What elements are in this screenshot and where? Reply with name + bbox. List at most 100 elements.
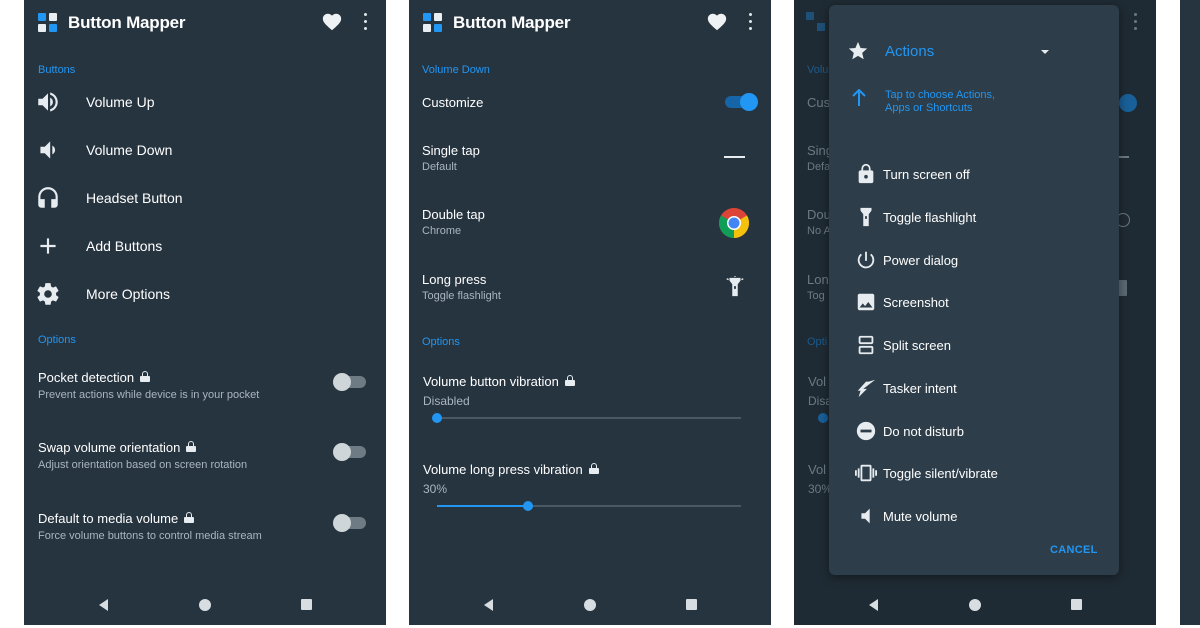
cancel-button[interactable]: CANCEL — [1050, 544, 1098, 556]
overflow-menu-icon[interactable] — [747, 13, 753, 31]
volume-up-icon — [38, 92, 58, 112]
nav-back-icon[interactable] — [869, 599, 878, 611]
action-turn-screen-off[interactable]: Turn screen off — [829, 160, 1119, 190]
nav-back-icon[interactable] — [484, 599, 493, 611]
pref-volume-button-vibration[interactable]: Volume button vibration Disabled — [409, 368, 771, 428]
nav-home-icon[interactable] — [584, 599, 596, 611]
vibrate-icon — [855, 464, 877, 482]
bg-long-press: Lon — [807, 272, 829, 287]
lock-icon — [858, 163, 874, 184]
chrome-icon — [718, 208, 750, 238]
customize-switch[interactable] — [725, 93, 758, 111]
action-toggle-flashlight[interactable]: Toggle flashlight — [829, 203, 1119, 233]
split-screen-icon — [858, 335, 874, 355]
list-item-more-options[interactable]: More Options — [24, 278, 386, 312]
action-label: Toggle flashlight — [883, 210, 977, 225]
phone-screen-main: Button Mapper Buttons Volume Up Volume D… — [24, 0, 386, 625]
action-label: Split screen — [883, 338, 951, 353]
action-tasker-intent[interactable]: Tasker intent — [829, 374, 1119, 404]
action-do-not-disturb[interactable]: Do not disturb — [829, 417, 1119, 447]
action-toggle-silent-vibrate[interactable]: Toggle silent/vibrate — [829, 459, 1119, 489]
action-mute-volume[interactable]: Mute volume — [829, 502, 1119, 532]
section-header-volume-down: Volume Down — [422, 64, 490, 76]
mute-icon — [861, 508, 870, 524]
action-label: Mute volume — [883, 509, 958, 524]
list-item-headset-button[interactable]: Headset Button — [24, 182, 386, 216]
dash-icon — [724, 156, 745, 158]
action-single-tap[interactable]: Single tap Default — [409, 140, 771, 180]
vibration-slider[interactable] — [432, 413, 741, 423]
flashlight-icon — [860, 207, 872, 227]
lock-icon — [564, 375, 575, 386]
pref-title: Volume long press vibration — [423, 462, 583, 477]
slider-fill — [437, 505, 529, 507]
nav-recents-icon[interactable] — [686, 599, 697, 610]
slider-thumb[interactable] — [523, 501, 534, 511]
pref-pocket-detection[interactable]: Pocket detection Prevent actions while d… — [24, 364, 386, 410]
star-icon — [848, 41, 868, 60]
bg-default: Defa — [807, 161, 831, 173]
list-item-volume-down[interactable]: Volume Down — [24, 134, 386, 168]
bg-dash — [1119, 156, 1129, 158]
action-split-screen[interactable]: Split screen — [829, 331, 1119, 361]
bg-slider-thumb — [818, 413, 828, 423]
action-power-dialog[interactable]: Power dialog — [829, 246, 1119, 276]
headset-icon — [38, 187, 58, 208]
pref-title: Swap volume orientation — [38, 440, 181, 455]
heart-icon[interactable] — [706, 11, 728, 33]
overflow-menu-icon[interactable] — [362, 13, 368, 31]
pref-subtitle: 30% — [423, 482, 448, 496]
slider-thumb[interactable] — [432, 413, 442, 423]
pref-title: Customize — [422, 95, 484, 110]
action-double-tap[interactable]: Double tap Chrome — [409, 204, 771, 244]
list-item-add-buttons[interactable]: Add Buttons — [24, 230, 386, 264]
nav-back-icon[interactable] — [99, 599, 108, 611]
pref-long-press-vibration[interactable]: Volume long press vibration 30% — [409, 456, 771, 516]
pocket-detection-switch[interactable] — [333, 373, 366, 391]
list-item-label: Volume Down — [86, 142, 173, 158]
do-not-disturb-icon — [856, 421, 876, 441]
pref-title: Double tap — [422, 207, 485, 222]
bg-options: Opti — [807, 336, 828, 348]
action-label: Power dialog — [883, 253, 959, 268]
default-media-volume-switch[interactable] — [333, 514, 366, 532]
tasker-icon — [857, 379, 876, 398]
pref-title: Default to media volume — [38, 511, 179, 526]
volume-down-icon — [40, 141, 56, 159]
dropdown-caret-icon[interactable] — [1041, 50, 1049, 54]
pref-customize[interactable]: Customize — [409, 88, 771, 118]
dialog-title: Actions — [885, 43, 935, 60]
list-item-volume-up[interactable]: Volume Up — [24, 86, 386, 120]
bg-double-tap: Dou — [807, 207, 831, 222]
action-label: Screenshot — [883, 295, 949, 310]
nav-home-icon[interactable] — [199, 599, 211, 611]
heart-icon[interactable] — [321, 11, 343, 33]
app-title: Button Mapper — [68, 13, 186, 32]
bg-toggle: Tog — [807, 290, 825, 302]
gear-icon — [37, 283, 59, 305]
bg-switch — [1119, 94, 1137, 112]
pref-default-media-volume[interactable]: Default to media volume Force volume but… — [24, 505, 386, 551]
pref-subtitle: Adjust orientation based on screen rotat… — [38, 459, 248, 471]
pref-subtitle: Toggle flashlight — [422, 290, 501, 302]
app-logo-icon — [806, 12, 825, 31]
section-header-buttons: Buttons — [38, 64, 76, 76]
nav-recents-icon[interactable] — [1071, 599, 1082, 610]
phone-screen-partial — [1180, 0, 1200, 625]
section-header-options: Options — [38, 334, 76, 346]
list-item-label: More Options — [86, 286, 171, 302]
pref-title: Long press — [422, 272, 487, 287]
phone-screen-actions-dialog: Volu Cus Sing Defa Dou No A Lon Tog Opti… — [794, 0, 1156, 625]
bg-customize: Cus — [807, 95, 831, 110]
pref-swap-volume-orientation[interactable]: Swap volume orientation Adjust orientati… — [24, 434, 386, 480]
swap-volume-orientation-switch[interactable] — [333, 443, 366, 461]
action-long-press[interactable]: Long press Toggle flashlight — [409, 269, 771, 309]
nav-recents-icon[interactable] — [301, 599, 312, 610]
app-title: Button Mapper — [453, 13, 571, 32]
list-item-label: Headset Button — [86, 190, 183, 206]
system-nav-bar — [794, 585, 1156, 625]
nav-home-icon[interactable] — [969, 599, 981, 611]
pref-subtitle: Disabled — [423, 394, 470, 408]
long-press-vibration-slider[interactable] — [437, 501, 741, 511]
action-screenshot[interactable]: Screenshot — [829, 288, 1119, 318]
